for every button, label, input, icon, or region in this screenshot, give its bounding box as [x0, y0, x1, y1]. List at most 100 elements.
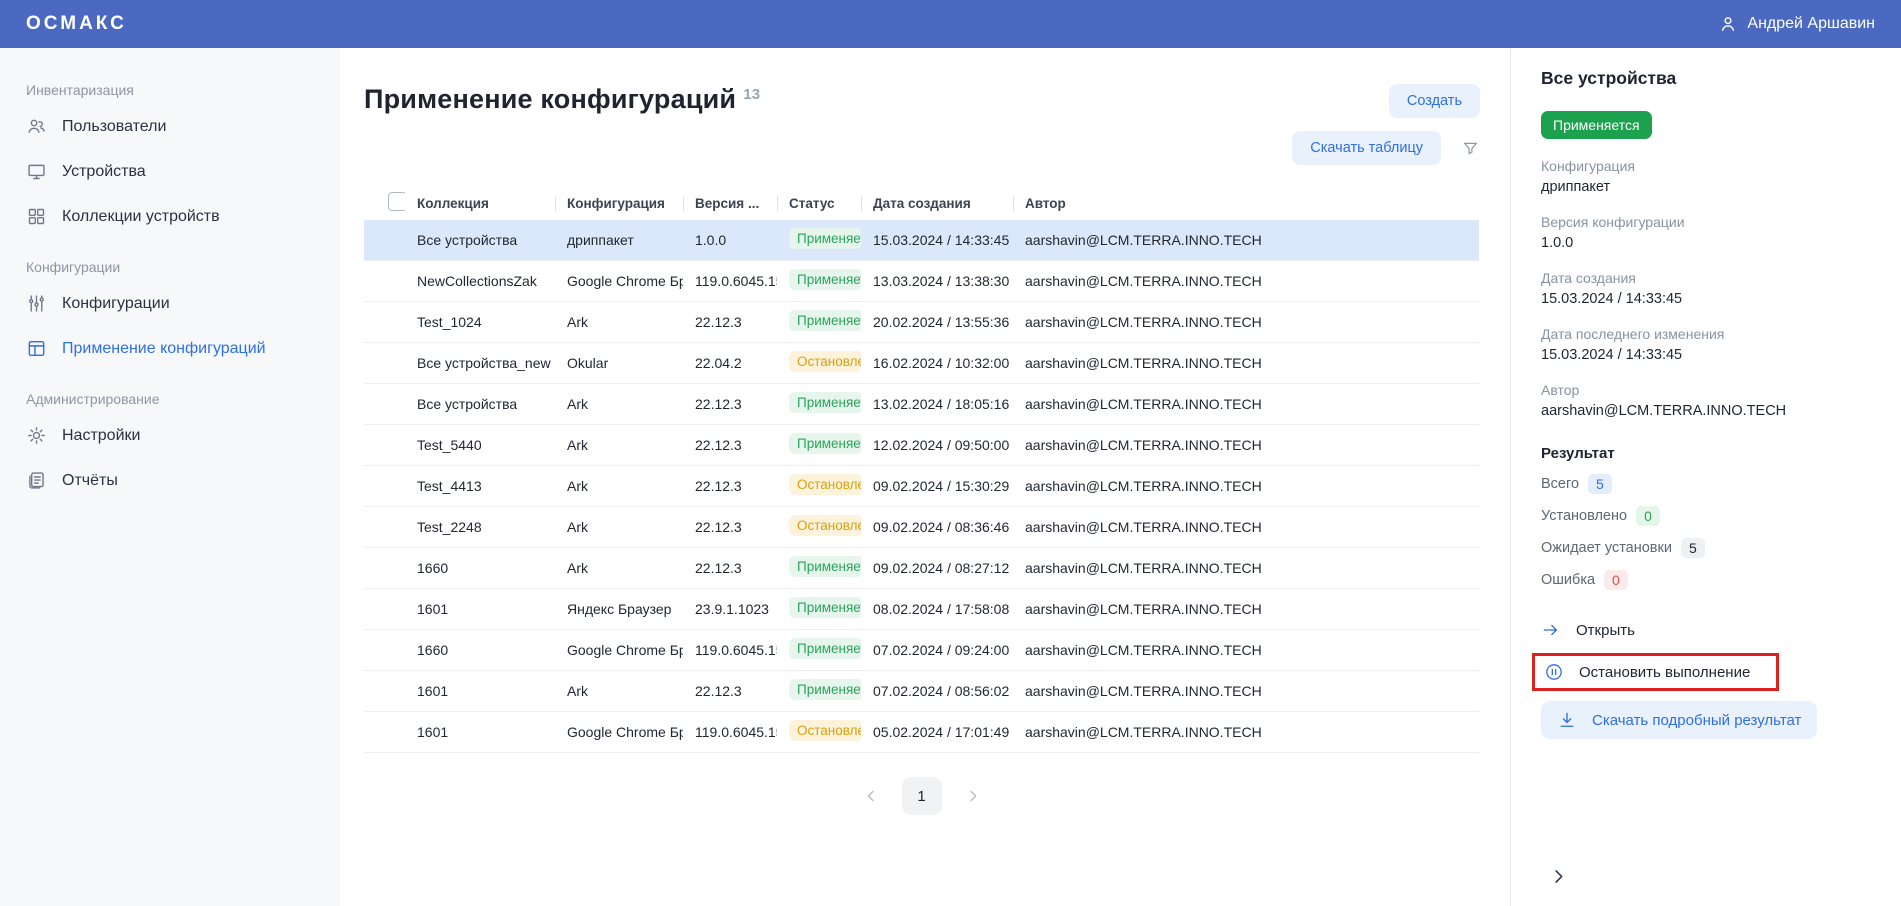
row-configuration: Яндекс Браузер: [555, 601, 683, 617]
page-number[interactable]: 1: [902, 777, 942, 815]
details-field: Версия конфигурации1.0.0: [1541, 214, 1873, 251]
row-version: 22.12.3: [683, 437, 777, 453]
field-label: Конфигурация: [1541, 158, 1873, 174]
user-menu[interactable]: Андрей Аршавин: [1718, 14, 1875, 34]
row-version: 22.04.2: [683, 355, 777, 371]
status-badge: Применяется: [789, 433, 861, 455]
sidebar-item-reports[interactable]: Отчёты: [0, 458, 340, 503]
table-row[interactable]: Test_5440Ark22.12.3Применяется12.02.2024…: [364, 425, 1479, 466]
row-created: 20.02.2024 / 13:55:36: [861, 314, 1013, 330]
config-apply-table: Коллекция Конфигурация Версия ... Статус…: [364, 186, 1479, 753]
column-header-created[interactable]: Дата создания: [861, 196, 1013, 211]
sidebar-section-label: Конфигурации: [0, 259, 340, 275]
action-label: Открыть: [1576, 622, 1635, 639]
column-header-collection[interactable]: Коллекция: [405, 196, 555, 211]
pause-circle-icon: [1544, 662, 1564, 682]
result-item: Всего5: [1541, 474, 1873, 494]
table-row[interactable]: 1601Google Chrome Браузер119.0.6045.15Ос…: [364, 712, 1479, 753]
select-all-checkbox[interactable]: [388, 192, 405, 211]
row-author: aarshavin@LCM.TERRA.INNO.TECH: [1013, 724, 1299, 740]
row-configuration: Ark: [555, 560, 683, 576]
result-value-chip: 0: [1636, 506, 1660, 526]
row-created: 08.02.2024 / 17:58:08: [861, 601, 1013, 617]
row-created: 16.02.2024 / 10:32:00: [861, 355, 1013, 371]
sidebar-item-label: Отчёты: [62, 472, 118, 490]
row-author: aarshavin@LCM.TERRA.INNO.TECH: [1013, 437, 1299, 453]
row-author: aarshavin@LCM.TERRA.INNO.TECH: [1013, 478, 1299, 494]
row-status-cell: Применяется: [777, 638, 861, 663]
row-configuration: Google Chrome Браузер: [555, 642, 683, 658]
row-configuration: Ark: [555, 396, 683, 412]
status-badge: Остановлено: [789, 515, 861, 537]
row-version: 22.12.3: [683, 478, 777, 494]
result-title: Результат: [1541, 445, 1873, 462]
sidebar-item-devices[interactable]: Устройства: [0, 149, 340, 194]
sidebar-item-device-collections[interactable]: Коллекции устройств: [0, 194, 340, 239]
filter-icon[interactable]: [1461, 139, 1480, 158]
field-label: Дата создания: [1541, 270, 1873, 286]
result-label: Всего: [1541, 476, 1579, 492]
column-header-version[interactable]: Версия ...: [683, 196, 777, 211]
row-collection: Все устройства: [405, 396, 555, 412]
action-stop-execution[interactable]: Остановить выполнение: [1532, 653, 1779, 691]
sidebar-item-settings[interactable]: Настройки: [0, 413, 340, 458]
row-collection: Test_1024: [405, 314, 555, 330]
main-content: Применение конфигураций13 Создать Скачат…: [340, 48, 1510, 906]
table-row[interactable]: Все устройства_newOkular22.04.2Остановле…: [364, 343, 1479, 384]
status-badge: Применяется: [789, 269, 861, 291]
table-row[interactable]: 1660Google Chrome Браузер119.0.6045.15Пр…: [364, 630, 1479, 671]
status-badge: Остановлено: [789, 351, 861, 373]
prev-page-icon[interactable]: [862, 787, 880, 805]
download-table-button[interactable]: Скачать таблицу: [1292, 131, 1441, 165]
table-row[interactable]: 1601Яндекс Браузер23.9.1.1023Применяется…: [364, 589, 1479, 630]
row-status-cell: Остановлено: [777, 474, 861, 499]
row-collection: NewCollectionsZak: [405, 273, 555, 289]
table-row[interactable]: Test_1024Ark22.12.3Применяется20.02.2024…: [364, 302, 1479, 343]
action-open[interactable]: Открыть: [1541, 620, 1635, 640]
pagination: 1: [364, 777, 1479, 815]
table-row[interactable]: Test_4413Ark22.12.3Остановлено09.02.2024…: [364, 466, 1479, 507]
row-version: 22.12.3: [683, 314, 777, 330]
details-field: Конфигурациядриппакет: [1541, 158, 1873, 195]
row-version: 119.0.6045.15: [683, 642, 777, 658]
column-header-configuration[interactable]: Конфигурация: [555, 196, 683, 211]
row-version: 119.0.6045.15: [683, 724, 777, 740]
status-badge: Применяется: [1541, 111, 1652, 139]
row-author: aarshavin@LCM.TERRA.INNO.TECH: [1013, 642, 1299, 658]
result-value-chip: 5: [1681, 538, 1705, 558]
topbar: ОСМАКС Андрей Аршавин: [0, 0, 1901, 48]
field-label: Версия конфигурации: [1541, 214, 1873, 230]
sidebar-item-label: Пользователи: [62, 118, 166, 136]
action-label: Скачать подробный результат: [1592, 712, 1801, 729]
row-configuration: Google Chrome Браузер: [555, 724, 683, 740]
row-collection: 1601: [405, 601, 555, 617]
grid-icon: [26, 206, 47, 227]
sidebar-item-config-apply[interactable]: Применение конфигураций: [0, 326, 340, 371]
row-configuration: Okular: [555, 355, 683, 371]
row-created: 07.02.2024 / 09:24:00: [861, 642, 1013, 658]
column-header-author[interactable]: Автор: [1013, 196, 1299, 211]
sidebar-item-configurations[interactable]: Конфигурации: [0, 281, 340, 326]
details-field: Дата создания15.03.2024 / 14:33:45: [1541, 270, 1873, 307]
details-panel: Все устройства Применяется Конфигурацияд…: [1510, 48, 1901, 906]
user-name: Андрей Аршавин: [1747, 15, 1875, 33]
row-collection: Test_5440: [405, 437, 555, 453]
table-row[interactable]: Все устройствадриппакет1.0.0Применяется1…: [364, 220, 1479, 261]
collapse-panel-icon[interactable]: [1549, 867, 1568, 886]
next-page-icon[interactable]: [964, 787, 982, 805]
row-created: 07.02.2024 / 08:56:02: [861, 683, 1013, 699]
row-status-cell: Остановлено: [777, 515, 861, 540]
create-button[interactable]: Создать: [1389, 84, 1480, 118]
table-row[interactable]: NewCollectionsZakGoogle Chrome Браузер11…: [364, 261, 1479, 302]
table-row[interactable]: 1601Ark22.12.3Применяется07.02.2024 / 08…: [364, 671, 1479, 712]
status-badge: Применяется: [789, 679, 861, 701]
table-row[interactable]: 1660Ark22.12.3Применяется09.02.2024 / 08…: [364, 548, 1479, 589]
result-item: Ошибка0: [1541, 570, 1873, 590]
action-download-detailed-result[interactable]: Скачать подробный результат: [1541, 701, 1817, 739]
column-header-status[interactable]: Статус: [777, 196, 861, 211]
row-created: 05.02.2024 / 17:01:49: [861, 724, 1013, 740]
sidebar-item-users[interactable]: Пользователи: [0, 104, 340, 149]
field-label: Дата последнего изменения: [1541, 326, 1873, 342]
table-row[interactable]: Test_2248Ark22.12.3Остановлено09.02.2024…: [364, 507, 1479, 548]
table-row[interactable]: Все устройстваArk22.12.3Применяется13.02…: [364, 384, 1479, 425]
